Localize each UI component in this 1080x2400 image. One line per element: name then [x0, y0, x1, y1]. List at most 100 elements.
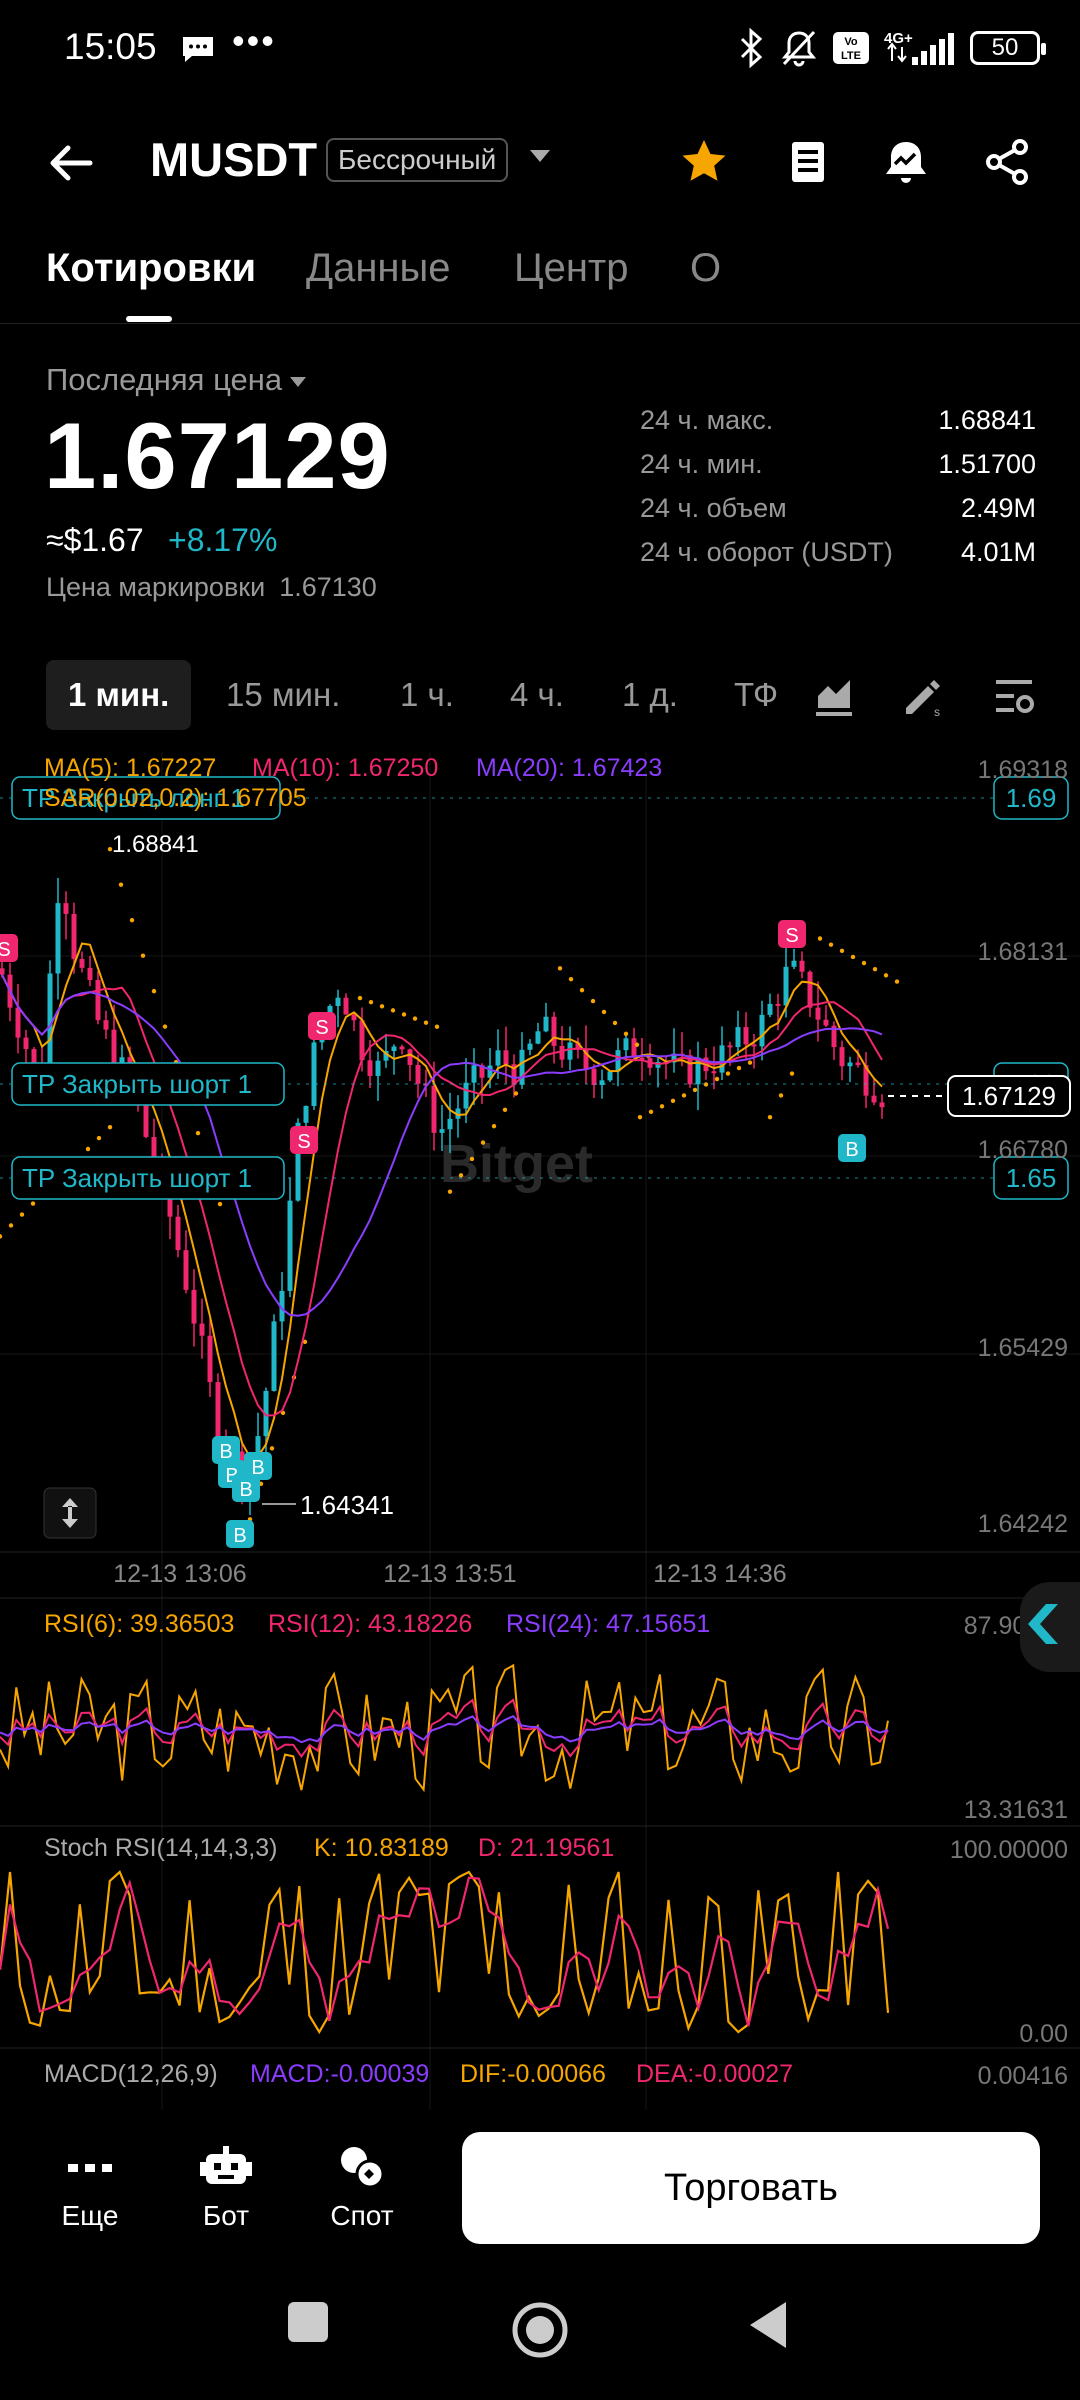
sar-dot: [601, 1009, 607, 1015]
tab-center[interactable]: Центр: [514, 246, 629, 291]
tp-label: TP Закрыть шорт 1: [22, 1163, 252, 1193]
candle-body: [311, 1042, 317, 1106]
sar-dot: [557, 966, 563, 971]
tab-bar: Котировки Данные Центр О: [0, 240, 1080, 324]
back-arrow-icon[interactable]: [46, 138, 96, 188]
sar-dot: [0, 1234, 3, 1239]
sell-marker: S: [297, 1131, 310, 1153]
interval-1m[interactable]: 1 мин.: [46, 660, 192, 730]
star-icon[interactable]: [678, 136, 730, 188]
candle-body: [439, 1129, 445, 1133]
chart-canvas[interactable]: Bitget TP Закрыть лонг 1 1.69TP Закрыть ш…: [0, 752, 1080, 2110]
candle-body: [591, 1068, 597, 1086]
candle-body: [31, 1049, 37, 1064]
tab-data[interactable]: Данные: [306, 246, 451, 291]
candle-body: [0, 968, 5, 975]
spot-label: Спот: [330, 2200, 394, 2231]
android-nav-bar: [0, 2264, 1080, 2400]
status-right: Vo LTE 4G+ 50: [736, 28, 1046, 68]
svg-text:LTE: LTE: [841, 50, 861, 62]
sar-dot: [423, 1020, 429, 1025]
candle-body: [407, 1049, 413, 1065]
candle-body: [695, 1057, 701, 1085]
chevron-down-icon[interactable]: [530, 150, 550, 162]
bot-button[interactable]: Бот: [166, 2142, 286, 2232]
trade-markers: SSSSBB BBBB: [0, 920, 866, 1548]
contract-type-badge[interactable]: Бессрочный: [326, 138, 509, 182]
sar-dot: [412, 1016, 418, 1021]
interval-timeframe[interactable]: ТФ: [734, 660, 778, 730]
home-icon[interactable]: [510, 2300, 570, 2360]
more-button[interactable]: Еще: [30, 2142, 150, 2232]
rsi24-label: RSI(24): 47.15651: [506, 1610, 710, 1638]
recents-icon[interactable]: [286, 2300, 330, 2344]
status-bar: 15:05 ••• Vo LTE 4G+ 50: [0, 0, 1080, 100]
settings-icon[interactable]: [992, 674, 1036, 718]
sar-dot: [458, 1173, 464, 1178]
tp-price: 1.69: [1006, 783, 1057, 813]
interval-bar: 1 мин. 15 мин. 1 ч. 4 ч. 1 д. ТФ s: [0, 660, 1080, 734]
share-icon[interactable]: [982, 136, 1034, 188]
stoch-title: Stoch RSI(14,14,3,3): [44, 1834, 277, 1862]
spot-button[interactable]: Спот: [302, 2142, 422, 2232]
candle-body: [623, 1038, 629, 1051]
sar-dot: [828, 942, 834, 947]
low-price-label: 1.64341: [300, 1490, 394, 1520]
status-time: 15:05: [64, 26, 157, 67]
macd-label: MACD:-0.00039: [250, 2060, 429, 2088]
dif-label: DIF:-0.00066: [460, 2060, 606, 2088]
sar-dot: [850, 954, 856, 960]
sar-dot: [30, 1201, 36, 1206]
sell-marker: S: [0, 939, 11, 961]
time-axis-label: 12-13 13:51: [383, 1560, 516, 1588]
interval-15m[interactable]: 15 мин.: [226, 660, 340, 730]
candle-body: [255, 1436, 261, 1455]
candle-body: [207, 1335, 213, 1383]
tab-quotes[interactable]: Котировки: [46, 246, 256, 291]
kline-chart[interactable]: Bitget TP Закрыть лонг 1 1.69 TP Закрыть ш…: [0, 752, 1080, 2110]
mute-icon: [781, 30, 817, 67]
sar-dot: [637, 1115, 643, 1120]
stats-24h: 24 ч. макс. 1.68841 24 ч. мин. 1.51700 24 …: [640, 398, 1036, 574]
sar-dot: [612, 1020, 618, 1026]
interval-1d[interactable]: 1 д.: [622, 660, 678, 730]
tp-label: TP Закрыть шорт 1: [22, 1069, 252, 1099]
rsi-axis-bottom: 13.31631: [964, 1796, 1068, 1824]
candle-body: [71, 913, 77, 960]
trade-button[interactable]: Торговать: [462, 2132, 1040, 2244]
macd-title: MACD(12,26,9): [44, 2060, 218, 2088]
candle-body: [55, 903, 61, 974]
mark-price-label: Цена маркировки: [46, 572, 266, 602]
candle-body: [303, 1105, 309, 1123]
interval-1h[interactable]: 1 ч.: [400, 660, 454, 730]
indicator-icon[interactable]: [812, 674, 856, 718]
candle-body: [807, 971, 813, 1008]
bottom-action-bar: Еще Бот Спот Торговать: [0, 2110, 1080, 2250]
dea-label: DEA:-0.00027: [636, 2060, 793, 2088]
interval-4h[interactable]: 4 ч.: [510, 660, 564, 730]
tp-price: 1.65: [1006, 1163, 1057, 1193]
price-axis-label: 1.65429: [978, 1334, 1068, 1362]
draw-icon[interactable]: s: [900, 674, 944, 718]
candle-body: [63, 903, 69, 914]
time-axis-label: 12-13 14:36: [653, 1560, 786, 1588]
sar-dot: [491, 1123, 497, 1129]
volte-icon: Vo LTE: [833, 32, 869, 64]
symbol-title[interactable]: MUSDT: [150, 132, 317, 187]
back-triangle-icon[interactable]: [746, 2300, 790, 2350]
candle-body: [343, 997, 349, 1015]
document-icon[interactable]: [782, 136, 834, 188]
last-price-selector[interactable]: Последняя цена: [46, 362, 307, 398]
more-label: Еще: [61, 2200, 119, 2231]
tab-about[interactable]: О: [690, 246, 721, 291]
sar-dot: [634, 1042, 640, 1047]
sar-dot: [19, 1212, 25, 1217]
candle-body: [431, 1085, 437, 1133]
sar-dot: [379, 1004, 385, 1009]
sar-dot: [8, 1223, 14, 1228]
sar-dot: [861, 960, 867, 966]
macd-axis-top: 0.00416: [978, 2062, 1068, 2090]
watermark: Bitget: [440, 1134, 593, 1194]
sar-dot: [648, 1109, 654, 1114]
alert-icon[interactable]: [880, 136, 932, 188]
